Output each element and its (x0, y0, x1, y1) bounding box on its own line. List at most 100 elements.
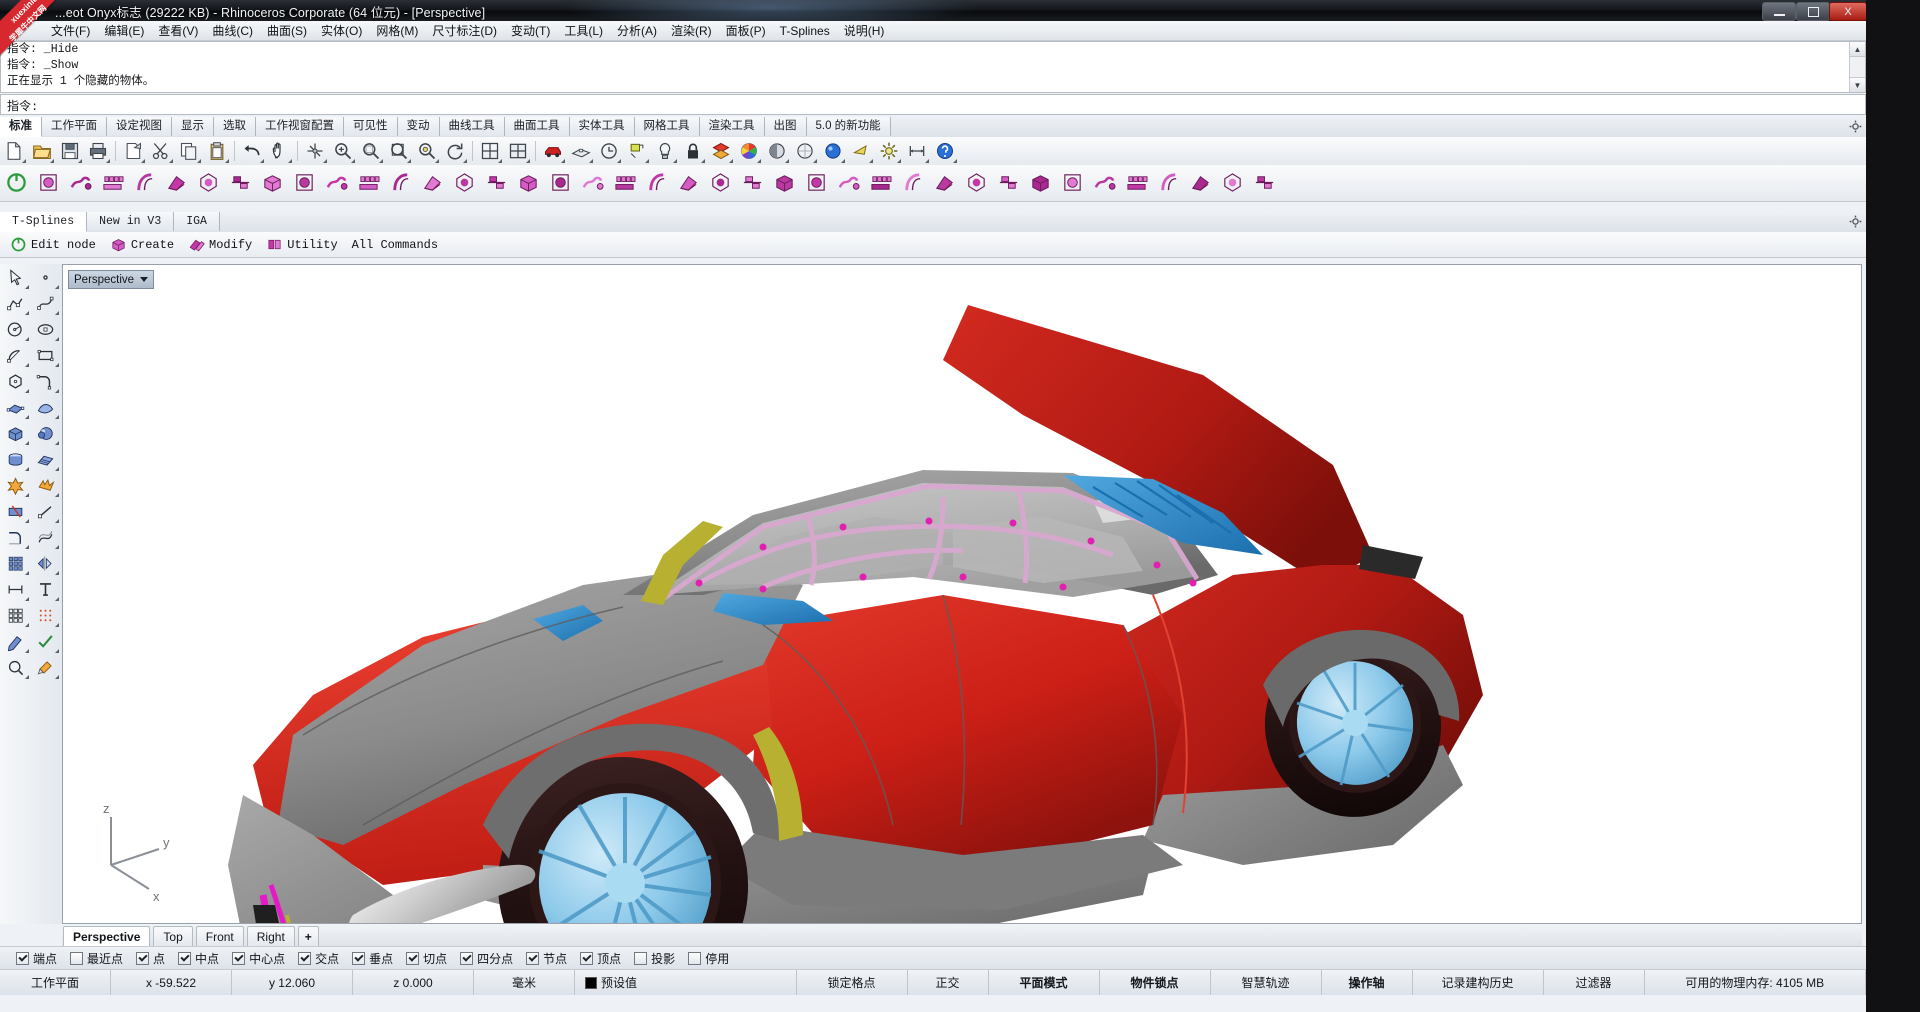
layers-button[interactable] (708, 138, 734, 164)
toolbar-tab-6[interactable]: 可见性 (344, 117, 398, 136)
tspline-star-button[interactable] (737, 166, 767, 198)
checkbox-icon[interactable] (634, 951, 648, 965)
status-cell-11[interactable]: 操作轴 (1322, 970, 1413, 995)
pan-button[interactable] (267, 138, 293, 164)
menu-item-8[interactable]: 变动(T) (504, 20, 557, 41)
toolbar-tab-7[interactable]: 变动 (397, 117, 440, 136)
paint-button[interactable] (30, 654, 60, 680)
select-arrow-button[interactable] (0, 264, 30, 290)
maximize-button[interactable] (1796, 2, 1830, 21)
checkbox-icon[interactable] (70, 951, 84, 965)
tspline-crease-button[interactable] (481, 166, 511, 198)
tspline-pipe-button[interactable] (1121, 166, 1151, 198)
flyout-corner-icon[interactable] (55, 675, 59, 679)
mirror-button[interactable] (30, 550, 60, 576)
osnap-7[interactable]: 切点 (406, 950, 447, 967)
tsplines-tab-2[interactable]: IGA (174, 212, 220, 231)
tspline-uvn-button[interactable] (865, 166, 895, 198)
osnap-6[interactable]: 垂点 (352, 950, 393, 967)
toolbar-tab-1[interactable]: 工作平面 (42, 117, 107, 136)
cut-object-button[interactable] (120, 138, 146, 164)
flyout-corner-icon[interactable] (25, 545, 29, 549)
status-cell-10[interactable]: 智慧轨迹 (1211, 970, 1322, 995)
flyout-corner-icon[interactable] (55, 415, 59, 419)
toolbar-tab-4[interactable]: 选取 (214, 117, 256, 136)
tspline-grid-plus-button[interactable] (449, 166, 479, 198)
tspline-merge-button[interactable] (97, 166, 127, 198)
tspline-display-button[interactable] (1025, 166, 1055, 198)
status-cell-2[interactable]: y 12.060 (232, 970, 353, 995)
shade-button[interactable] (764, 138, 790, 164)
flyout-corner-icon[interactable] (25, 441, 29, 445)
checkbox-icon[interactable] (580, 951, 594, 965)
settings-gear-button[interactable] (876, 138, 902, 164)
osnap-10[interactable]: 顶点 (580, 950, 621, 967)
flyout-corner-icon[interactable] (55, 545, 59, 549)
osnap-4[interactable]: 中心点 (232, 950, 285, 967)
flyout-corner-icon[interactable] (841, 159, 845, 163)
viewport-tab-perspective[interactable]: Perspective (63, 926, 151, 947)
flyout-corner-icon[interactable] (526, 159, 530, 163)
flyout-corner-icon[interactable] (323, 159, 327, 163)
tspline-symmetry-button[interactable] (577, 166, 607, 198)
tspline-subdivide-button[interactable] (545, 166, 575, 198)
viewport-tab-add[interactable]: + (297, 926, 319, 947)
flyout-corner-icon[interactable] (55, 597, 59, 601)
dimension-linear-button[interactable] (0, 576, 30, 602)
tspline-unweld-button[interactable] (769, 166, 799, 198)
toolbar-tab-2[interactable]: 设定视图 (107, 117, 172, 136)
perspective-viewport[interactable]: z y x Perspective (62, 264, 1862, 924)
surface-from-points-button[interactable] (0, 394, 30, 420)
flyout-corner-icon[interactable] (729, 159, 733, 163)
flyout-corner-icon[interactable] (869, 159, 873, 163)
tspline-mirror-button[interactable] (609, 166, 639, 198)
toolbar-tab-12[interactable]: 渲染工具 (699, 117, 765, 136)
menu-item-1[interactable]: 编辑(E) (97, 20, 151, 41)
color-wheel-button[interactable] (736, 138, 762, 164)
status-cell-3[interactable]: z 0.000 (353, 970, 474, 995)
checkbox-icon[interactable] (688, 951, 702, 965)
tspline-cube-button[interactable] (65, 166, 95, 198)
render-sphere-button[interactable] (820, 138, 846, 164)
car-3d-model[interactable]: z y x (63, 265, 1862, 924)
flyout-corner-icon[interactable] (463, 159, 467, 163)
tspline-bridge-button[interactable] (321, 166, 351, 198)
checkbox-icon[interactable] (352, 951, 366, 965)
flyout-corner-icon[interactable] (197, 159, 201, 163)
tspline-align-button[interactable] (641, 166, 671, 198)
checkbox-icon[interactable] (16, 951, 29, 965)
flyout-corner-icon[interactable] (498, 159, 502, 163)
tspline-delete-button[interactable] (801, 166, 831, 198)
menu-item-4[interactable]: 曲面(S) (260, 20, 314, 41)
save-file-button[interactable] (57, 138, 83, 164)
flyout-corner-icon[interactable] (25, 571, 29, 575)
toolbar-options-gear-icon[interactable] (1849, 120, 1862, 133)
toolbar-tab-11[interactable]: 网格工具 (634, 117, 700, 136)
tsplines-command-all-commands[interactable]: All Commands (352, 238, 438, 252)
flyout-corner-icon[interactable] (953, 159, 957, 163)
flyout-corner-icon[interactable] (25, 597, 29, 601)
flyout-corner-icon[interactable] (55, 649, 59, 653)
tspline-boolean-button[interactable] (1185, 166, 1215, 198)
flyout-corner-icon[interactable] (25, 493, 29, 497)
tsplines-tab-1[interactable]: New in V3 (87, 212, 175, 231)
flyout-corner-icon[interactable] (25, 285, 29, 289)
flyout-corner-icon[interactable] (617, 159, 621, 163)
sphere-solid-button[interactable] (30, 420, 60, 446)
status-cell-7[interactable]: 正交 (908, 970, 989, 995)
flyout-corner-icon[interactable] (407, 159, 411, 163)
checkbox-icon[interactable] (178, 951, 192, 965)
toolbar-tab-3[interactable]: 显示 (172, 117, 214, 136)
viewport-layout-button[interactable] (477, 138, 503, 164)
copy-button[interactable] (176, 138, 202, 164)
status-cell-14[interactable]: 可用的物理内存: 4105 MB (1645, 970, 1866, 995)
point-grid-button[interactable] (30, 602, 60, 628)
flyout-corner-icon[interactable] (106, 159, 110, 163)
tspline-point-button[interactable] (257, 166, 287, 198)
status-cell-6[interactable]: 锁定格点 (797, 970, 908, 995)
split-button[interactable] (30, 498, 60, 524)
menu-item-6[interactable]: 网格(M) (369, 20, 425, 41)
check-button[interactable] (30, 628, 60, 654)
power-toggle-button[interactable] (1, 166, 31, 198)
flyout-corner-icon[interactable] (260, 159, 264, 163)
